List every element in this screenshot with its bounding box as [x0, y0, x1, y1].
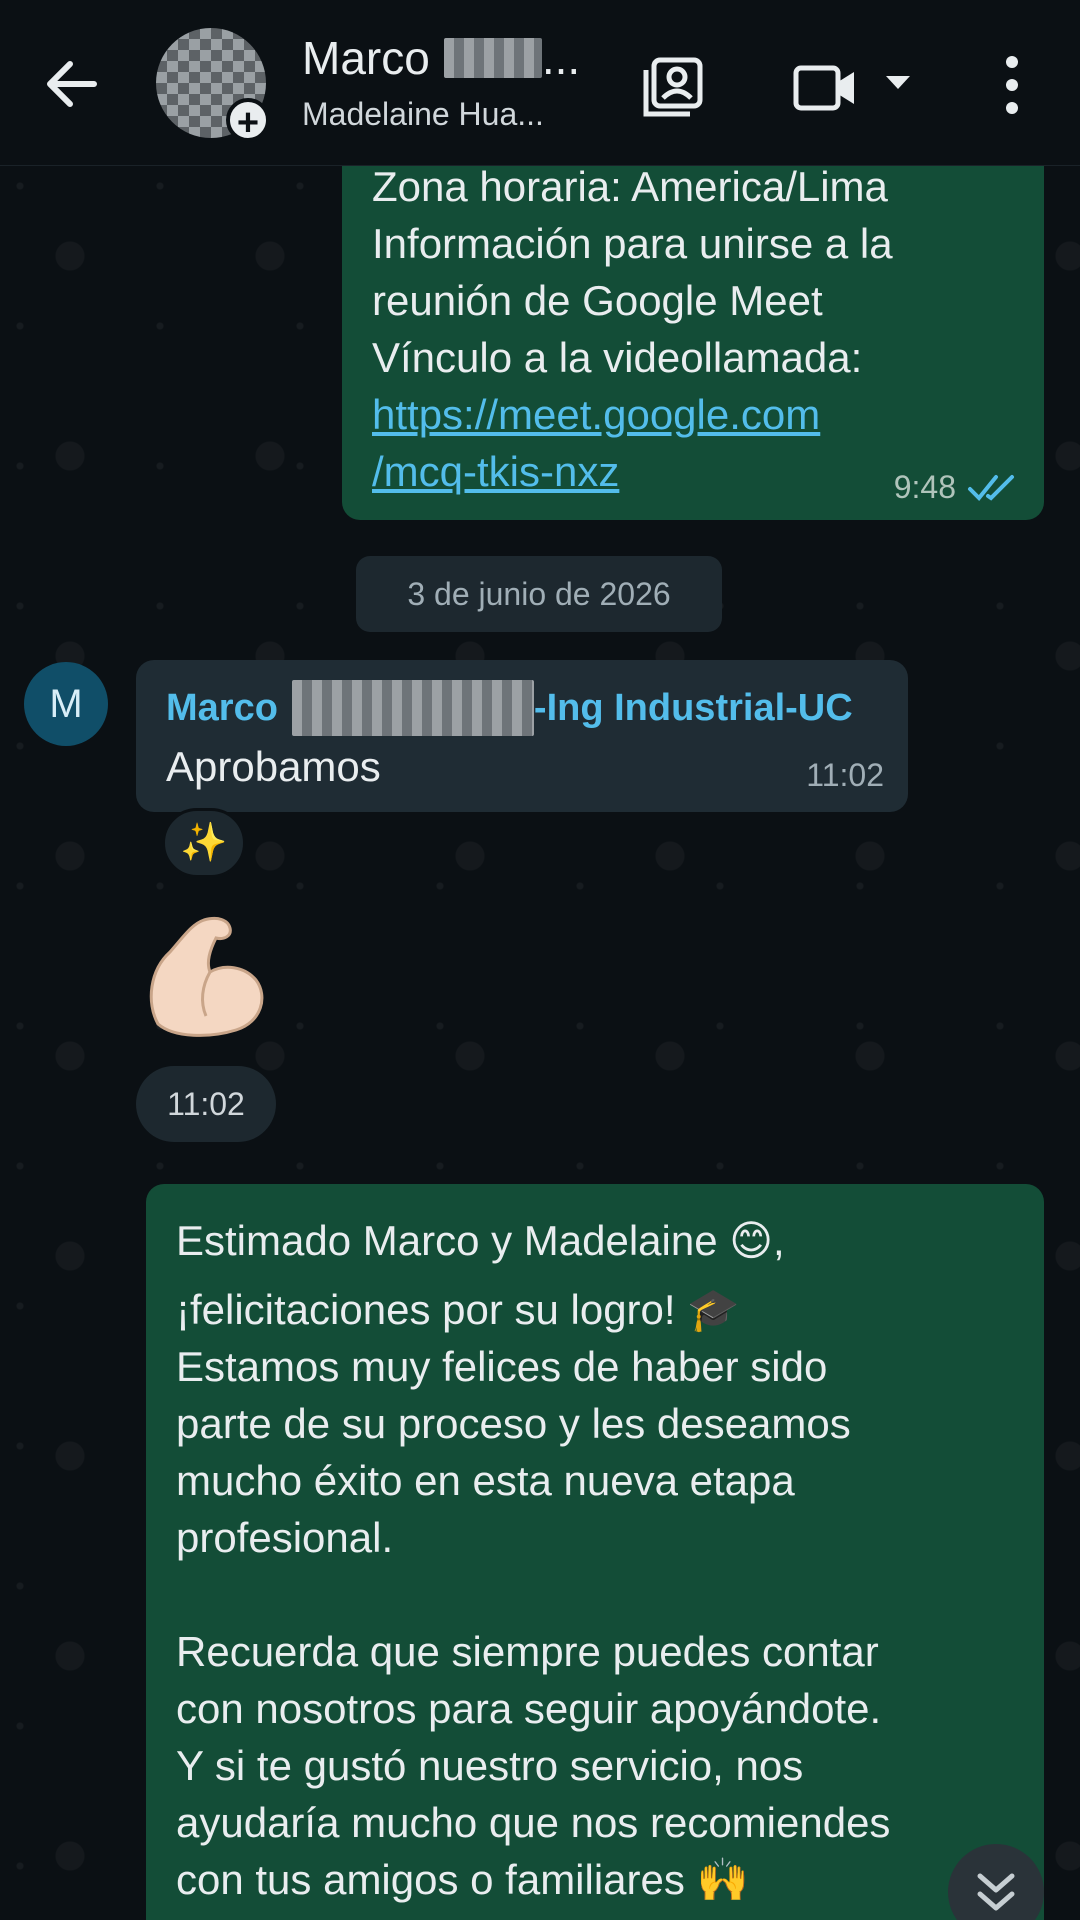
message-time: 9:48: [893, 469, 956, 505]
read-ticks-icon: [968, 474, 1014, 501]
chat-title[interactable]: Marco ... Madelaine Hua...: [302, 30, 622, 136]
contact-card-button[interactable]: [638, 52, 708, 127]
message-line: Estimado Marco y Madelaine 😊,: [176, 1217, 785, 1264]
redacted-name: [443, 38, 542, 78]
message-line: con nosotros para seguir apoyándote.: [176, 1685, 882, 1732]
back-arrow-icon: [47, 61, 97, 107]
chat-area[interactable]: Zona horaria: America/Lima Información p…: [0, 166, 1080, 1920]
sender-first-name: Marco: [166, 686, 278, 729]
scroll-to-bottom-button[interactable]: [948, 1844, 1044, 1920]
flexed-biceps-icon: [149, 916, 264, 1037]
message-bubble-incoming[interactable]: Marco -Ing Industrial-UC Aprobamos 11:02: [136, 660, 908, 812]
message-bubble-outgoing[interactable]: Zona horaria: America/Lima Información p…: [342, 166, 1044, 520]
message-line: profesional.: [176, 1514, 394, 1561]
redacted-sender-name: [291, 680, 534, 736]
message-line: Zona horaria: America/Lima: [372, 166, 888, 210]
message-line: parte de su proceso y les deseamos: [176, 1400, 851, 1447]
message-time: 11:02: [806, 757, 884, 793]
message-reaction[interactable]: ✨: [162, 808, 246, 878]
message-line: ¡felicitaciones por su logro! 🎓: [176, 1286, 740, 1333]
dropdown-caret-icon: [886, 76, 910, 89]
message-text: Aprobamos: [166, 743, 381, 790]
date-separator: 3 de junio de 2026: [356, 556, 722, 632]
double-chevron-down-icon: [977, 1873, 1015, 1911]
message-bubble-outgoing[interactable]: Estimado Marco y Madelaine 😊, ¡felicitac…: [146, 1184, 1044, 1920]
message-line: Información para unirse a la: [372, 220, 893, 267]
more-options-icon: [1006, 56, 1018, 114]
message-line: Y si te gustó nuestro servicio, nos: [176, 1742, 804, 1789]
call-options-dropdown[interactable]: [878, 62, 918, 107]
meet-link[interactable]: https://meet.google.com: [372, 386, 1014, 443]
contact-card-icon: [643, 57, 703, 117]
contact-name-ellipsis: ...: [541, 32, 581, 84]
message-line: ayudaría mucho que nos recomiendes: [176, 1799, 891, 1846]
chat-subtitle: Madelaine Hua...: [302, 96, 544, 132]
message-line: Estamos muy felices de haber sido: [176, 1343, 828, 1390]
sender-affiliation: -Ing Industrial-UC: [533, 686, 853, 729]
chat-header: + Marco ... Madelaine Hua...: [0, 0, 1080, 166]
contact-name: Marco: [302, 32, 430, 84]
add-contact-badge[interactable]: +: [226, 98, 270, 144]
message-line: mucho éxito en esta nueva etapa: [176, 1457, 795, 1504]
message-line: Recuerda que siempre puedes contar: [176, 1628, 879, 1675]
message-line: reunión de Google Meet: [372, 277, 823, 324]
sender-avatar[interactable]: M: [24, 662, 108, 746]
flexed-biceps-emoji[interactable]: [140, 906, 280, 1046]
sender-name[interactable]: Marco -Ing Industrial-UC: [166, 680, 878, 736]
message-time: 11:02: [136, 1066, 276, 1142]
message-line: con tus amigos o familiares 🙌: [176, 1856, 749, 1903]
message-line: Vínculo a la videollamada:: [372, 334, 863, 381]
video-call-button[interactable]: [790, 52, 860, 127]
more-options-button[interactable]: [988, 50, 1036, 125]
video-call-icon: [793, 65, 854, 111]
back-button[interactable]: [36, 48, 108, 120]
